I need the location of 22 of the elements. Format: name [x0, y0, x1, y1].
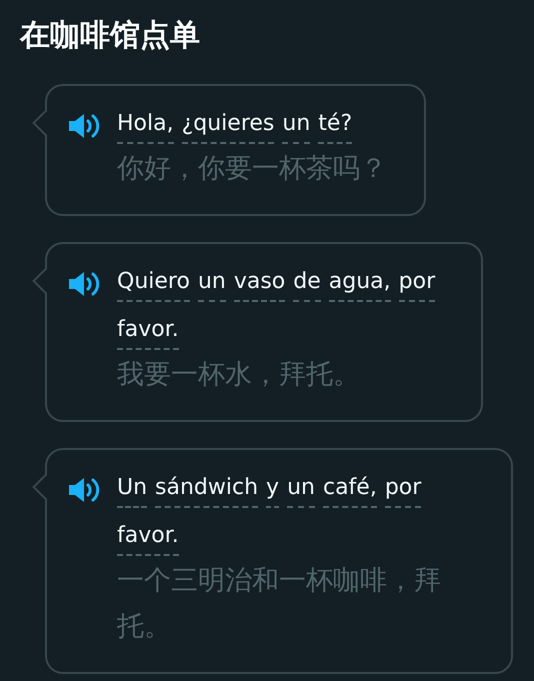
- hint-word[interactable]: por: [398, 266, 436, 302]
- hint-word[interactable]: un: [282, 108, 310, 144]
- translation-text: 我要一杯水，拜托。: [117, 358, 361, 392]
- hint-word[interactable]: agua,: [328, 266, 391, 302]
- hint-word[interactable]: de: [293, 266, 321, 302]
- hint-word[interactable]: Quiero: [117, 266, 190, 302]
- hint-word[interactable]: café,: [322, 472, 377, 508]
- hint-word[interactable]: sándwich: [155, 472, 258, 508]
- lesson-title: 在咖啡馆点单: [20, 17, 201, 55]
- hint-word[interactable]: por: [384, 472, 422, 508]
- hint-word[interactable]: favor.: [117, 314, 179, 350]
- hint-word[interactable]: Un: [117, 472, 148, 508]
- hint-word[interactable]: un: [287, 472, 315, 508]
- translation-text: 一个三明治和一杯咖啡，拜托。: [117, 564, 442, 644]
- translation-text: 你好，你要一杯茶吗？: [117, 152, 387, 186]
- hint-word[interactable]: un: [198, 266, 226, 302]
- hint-word[interactable]: vaso: [234, 266, 286, 302]
- hint-word[interactable]: ¿quieres: [182, 108, 274, 144]
- hint-word[interactable]: té?: [318, 108, 352, 144]
- hint-word[interactable]: y: [266, 472, 280, 508]
- hint-word[interactable]: favor.: [117, 520, 179, 556]
- hint-word[interactable]: Hola,: [117, 108, 174, 144]
